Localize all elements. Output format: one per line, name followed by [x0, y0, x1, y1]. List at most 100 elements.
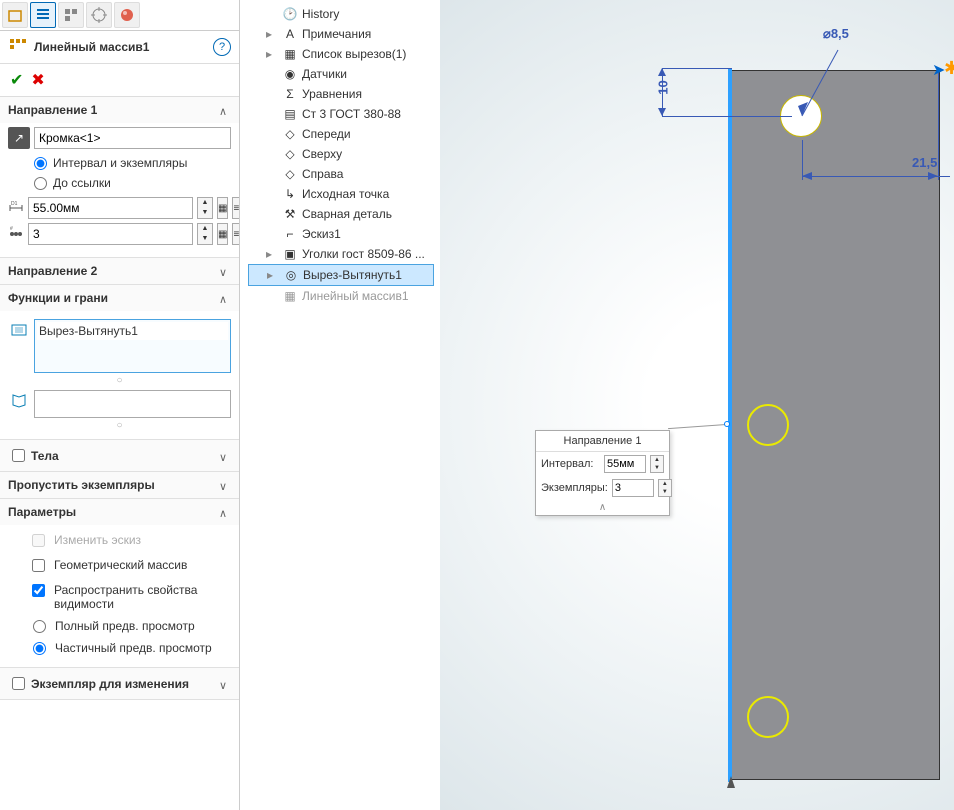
dim-diameter-leader — [778, 44, 848, 144]
feature-header: Линейный массив1 ? — [0, 31, 239, 64]
bodies-check[interactable] — [12, 449, 25, 462]
tab-property-manager[interactable] — [30, 2, 56, 28]
radio-partial-preview[interactable]: Частичный предв. просмотр — [8, 637, 231, 659]
section-header-features[interactable]: Функции и грани — [0, 285, 239, 311]
hole-preview-2 — [747, 404, 789, 446]
spacing-input[interactable] — [28, 197, 193, 219]
drag-handle[interactable]: ○ — [8, 375, 231, 386]
section-bodies: Тела — [0, 440, 239, 472]
count-spinner[interactable]: ▲▼ — [197, 223, 213, 245]
reverse-direction-button[interactable]: ↗ — [8, 127, 30, 149]
origin-icon: ↳ — [282, 186, 298, 202]
tree-item-equations[interactable]: ΣУравнения — [248, 84, 434, 104]
count-link-button[interactable]: ▦ — [217, 223, 228, 245]
cancel-button[interactable]: ✖ — [31, 70, 44, 90]
tree-item-material[interactable]: ▤Ст 3 ГОСТ 380-88 — [248, 104, 434, 124]
features-list[interactable]: Вырез-Вытянуть1 — [34, 319, 231, 373]
drag-handle[interactable]: ○ — [8, 420, 231, 431]
dim-21-ext2 — [938, 72, 939, 180]
section-header-params[interactable]: Параметры — [0, 499, 239, 525]
radio-interval[interactable]: Интервал и экземпляры — [8, 153, 231, 173]
config-icon — [63, 7, 79, 23]
feature-title: Линейный массив1 — [34, 40, 213, 54]
model-viewport[interactable]: ⌀8,5 10 21,5 ➤ ✱ — [440, 0, 954, 810]
features-list-item[interactable]: Вырез-Вытянуть1 — [37, 322, 228, 340]
radio-reference[interactable]: До ссылки — [8, 173, 231, 193]
sphere-icon — [119, 7, 135, 23]
section-header-bodies[interactable]: Тела — [0, 440, 239, 471]
hole-preview-3 — [747, 696, 789, 738]
section-header-direction-1[interactable]: Направление 1 — [0, 97, 239, 123]
tree-item-sensors[interactable]: ◉Датчики — [248, 64, 434, 84]
features-icon — [8, 319, 30, 341]
chevron-down-icon — [219, 450, 231, 462]
plane-icon: ◇ — [282, 126, 298, 142]
sketch-icon: ⌐ — [282, 226, 298, 242]
tree-item-right-plane[interactable]: ◇Справа — [248, 164, 434, 184]
tree-item-origin[interactable]: ↳Исходная точка — [248, 184, 434, 204]
popup-leader-handle[interactable] — [724, 421, 730, 427]
tree-item-weldment[interactable]: ⚒Сварная деталь — [248, 204, 434, 224]
help-button[interactable]: ? — [213, 38, 231, 56]
feature-tree: 🕑History ▸AПримечания ▸▦Список вырезов(1… — [246, 0, 436, 310]
dim-10-line2 — [662, 116, 792, 117]
tab-appearance[interactable] — [114, 2, 140, 28]
section-header-direction-2[interactable]: Направление 2 — [0, 258, 239, 284]
section-direction-1: Направление 1 ↗ Интервал и экземпляры До… — [0, 97, 239, 258]
section-skip: Пропустить экземпляры — [0, 472, 239, 499]
popup-count-input[interactable] — [612, 479, 654, 497]
count-input[interactable] — [28, 223, 193, 245]
popup-title: Направление 1 — [536, 431, 669, 452]
spacing-link-button[interactable]: ▦ — [217, 197, 228, 219]
popup-collapse-icon[interactable]: ∧ — [536, 500, 669, 515]
list-icon — [35, 7, 51, 23]
dim-diameter[interactable]: ⌀8,5 — [823, 26, 849, 42]
popup-spacing-input[interactable] — [604, 455, 646, 473]
section-header-modify[interactable]: Экземпляр для изменения — [0, 668, 239, 699]
count-menu-button[interactable]: ≡ — [232, 223, 240, 245]
check-geometry-pattern[interactable]: Геометрический массив — [8, 554, 231, 579]
member-icon: ▣ — [282, 246, 298, 262]
check-propagate-visibility[interactable]: Распространить свойства видимости — [8, 579, 231, 615]
popup-leader — [668, 424, 728, 429]
chevron-down-icon — [219, 479, 231, 491]
popup-spacing-label: Интервал: — [541, 458, 600, 470]
dim-21[interactable]: 21,5 — [912, 155, 937, 170]
popup-spacing-spinner[interactable]: ▲▼ — [650, 455, 664, 473]
tab-feature-manager[interactable] — [2, 2, 28, 28]
note-icon: A — [282, 26, 298, 42]
tab-dim-manager[interactable] — [86, 2, 112, 28]
modify-check[interactable] — [12, 677, 25, 690]
ok-button[interactable]: ✔ — [10, 70, 23, 90]
tab-config-manager[interactable] — [58, 2, 84, 28]
section-header-skip[interactable]: Пропустить экземпляры — [0, 472, 239, 498]
tree-item-structural-member[interactable]: ▸▣Уголки гост 8509-86 ... — [248, 244, 434, 264]
pattern-icon: ▦ — [282, 288, 298, 304]
tree-item-history[interactable]: 🕑History — [248, 4, 434, 24]
equation-icon: Σ — [282, 86, 298, 102]
tree-item-annotations[interactable]: ▸AПримечания — [248, 24, 434, 44]
spacing-icon: D1 — [8, 197, 24, 219]
target-icon — [91, 7, 107, 23]
spacing-menu-button[interactable]: ≡ — [232, 197, 240, 219]
svg-text:D1: D1 — [11, 201, 18, 207]
radio-full-preview[interactable]: Полный предв. просмотр — [8, 615, 231, 637]
tree-item-sketch1[interactable]: ⌐Эскиз1 — [248, 224, 434, 244]
section-modify-instance: Экземпляр для изменения — [0, 668, 239, 700]
tree-item-top-plane[interactable]: ◇Сверху — [248, 144, 434, 164]
chevron-up-icon — [219, 104, 231, 116]
origin-triad-icon — [722, 774, 742, 794]
cut-icon: ◎ — [283, 267, 299, 283]
spacing-spinner[interactable]: ▲▼ — [197, 197, 213, 219]
pattern-popup[interactable]: Направление 1 Интервал: ▲▼ Экземпляры: ▲… — [535, 430, 670, 516]
tree-item-linear-pattern[interactable]: ▦Линейный массив1 — [248, 286, 434, 306]
chevron-up-icon — [219, 506, 231, 518]
tree-item-cutlist[interactable]: ▸▦Список вырезов(1) — [248, 44, 434, 64]
faces-list[interactable] — [34, 390, 231, 418]
tree-item-front-plane[interactable]: ◇Спереди — [248, 124, 434, 144]
tree-item-cut-extrude[interactable]: ▸◎Вырез-Вытянуть1 — [248, 264, 434, 286]
count-icon: # — [8, 223, 24, 245]
popup-count-spinner[interactable]: ▲▼ — [658, 479, 672, 497]
direction-edge-input[interactable] — [34, 127, 231, 149]
plane-icon: ◇ — [282, 166, 298, 182]
